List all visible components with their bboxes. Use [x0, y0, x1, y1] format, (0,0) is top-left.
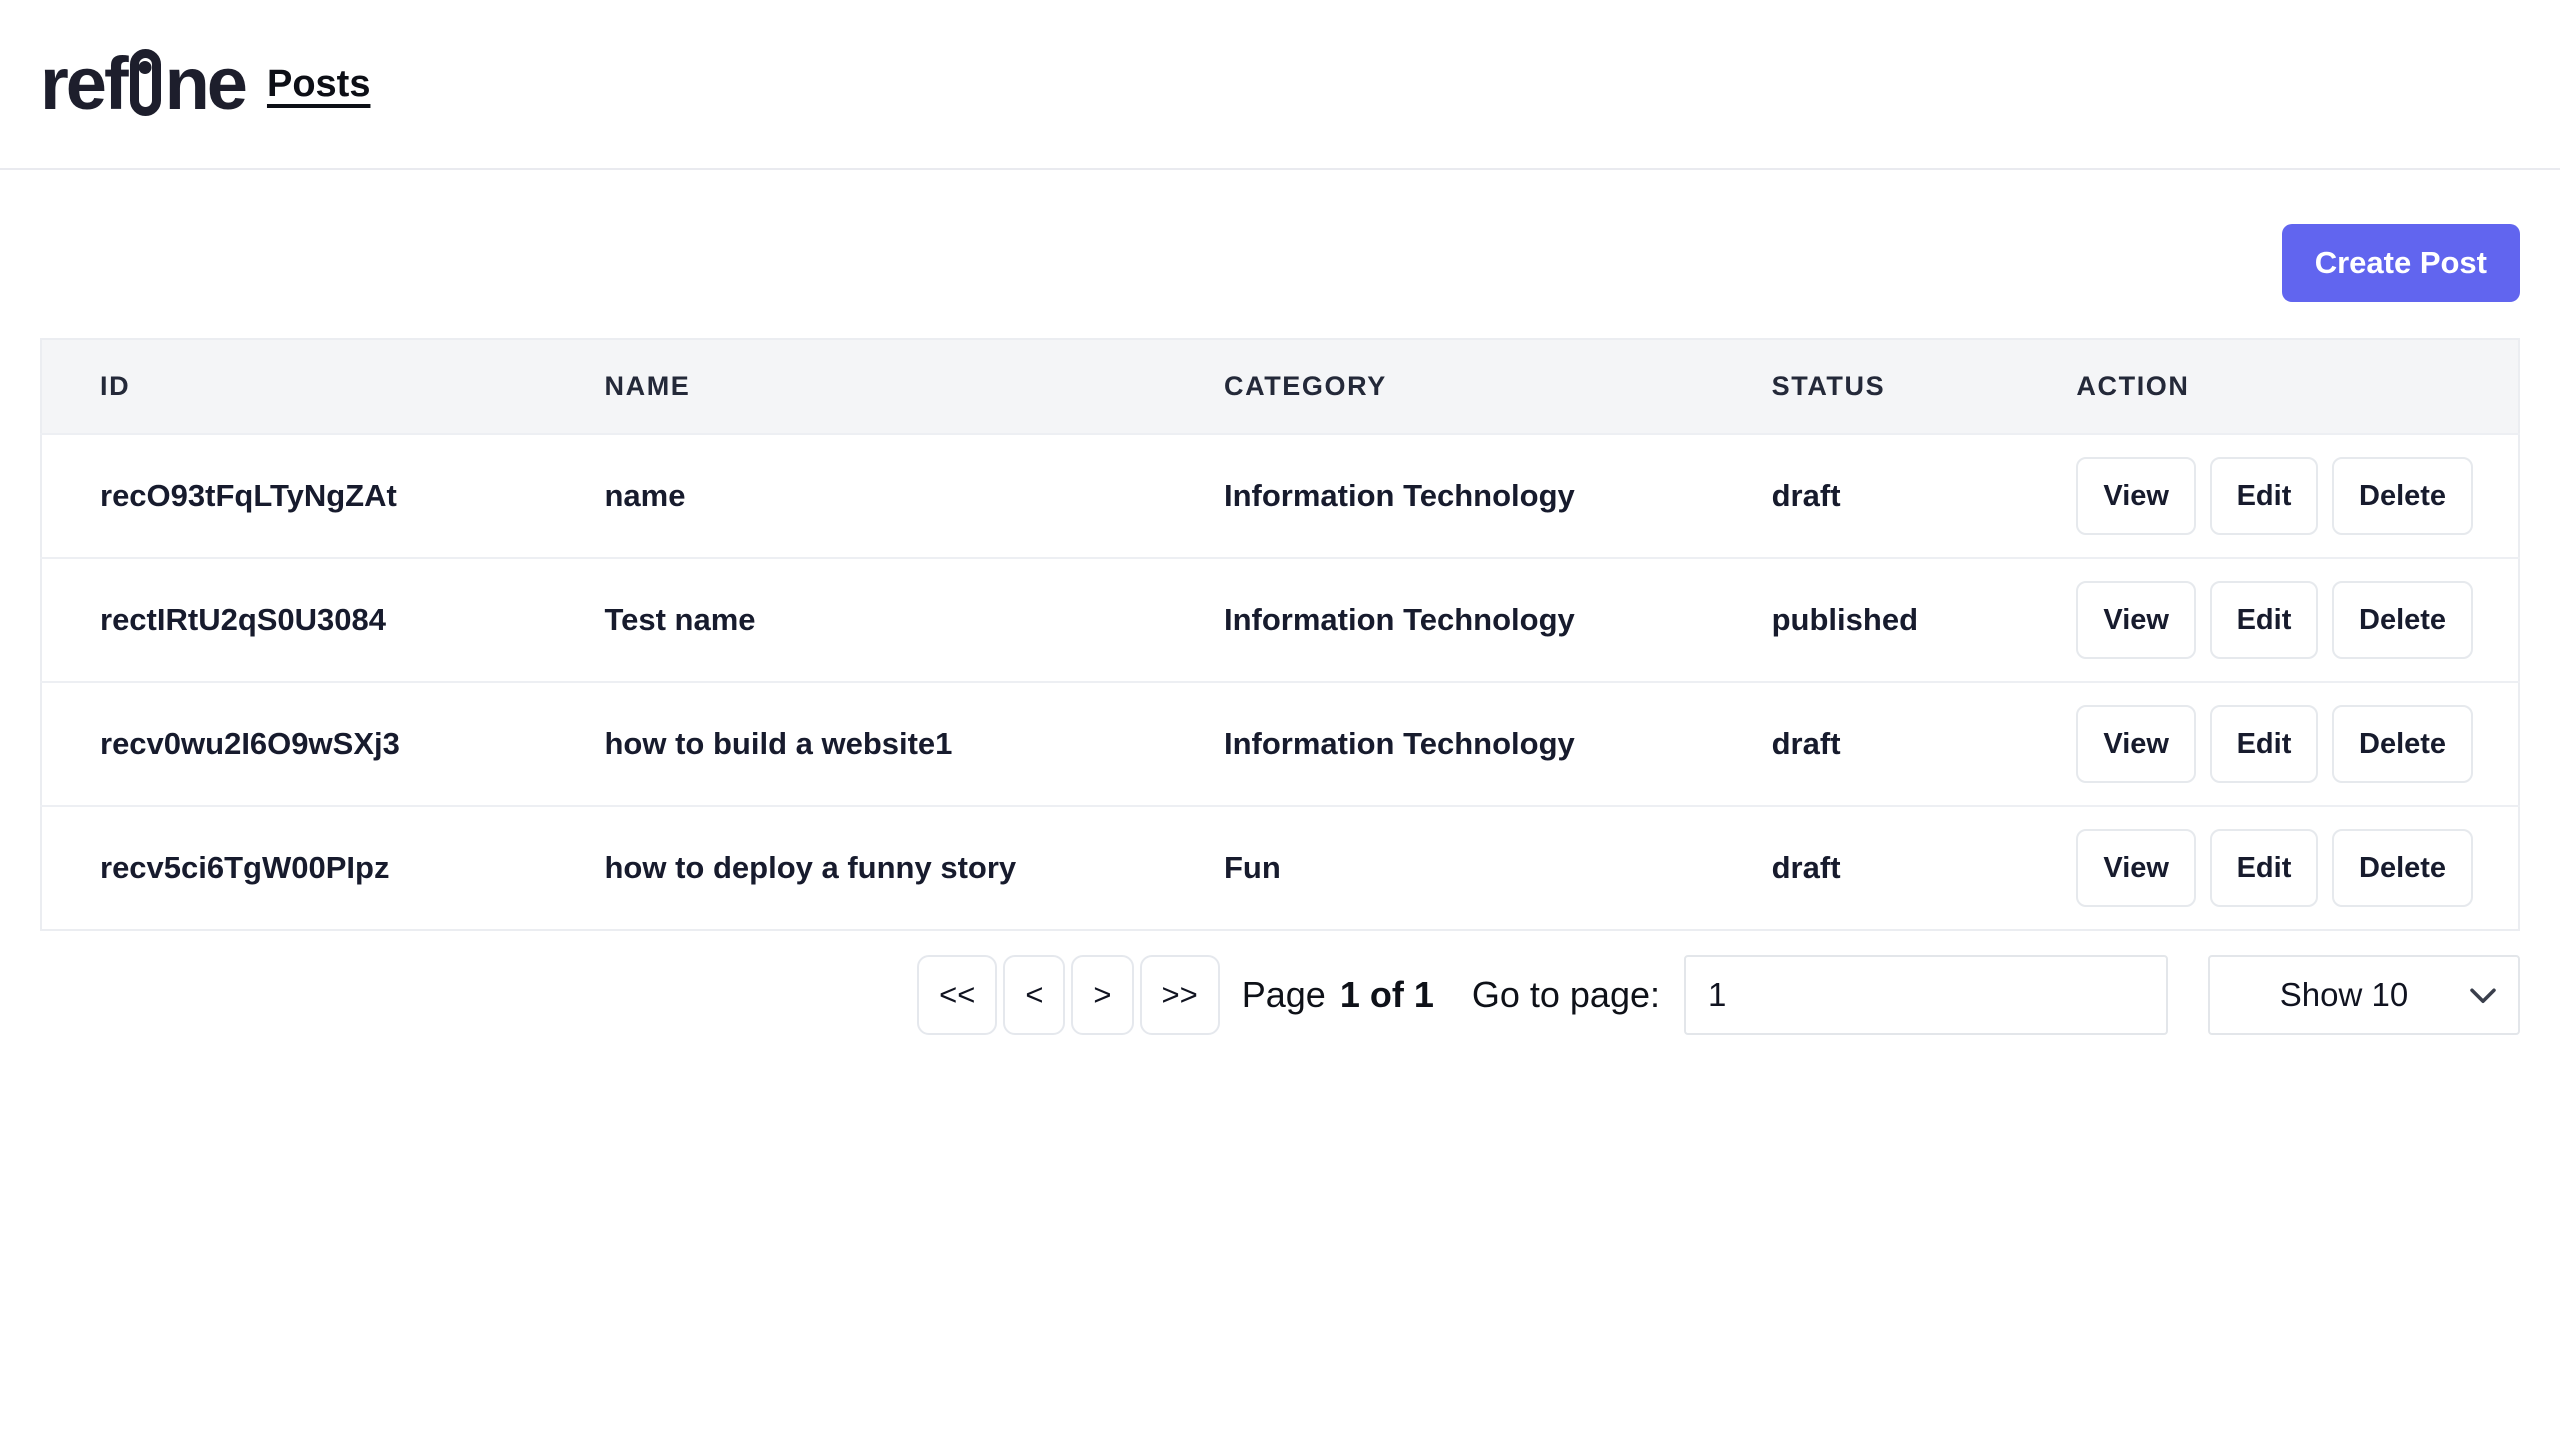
table-row: recv0wu2I6O9wSXj3 how to build a website…: [41, 682, 2519, 806]
view-button[interactable]: View: [2076, 829, 2196, 907]
page-content: Create Post ID NAME CATEGORY STATUS ACTI…: [0, 224, 2560, 1035]
cell-status: draft: [1714, 434, 2019, 558]
previous-page-button[interactable]: <: [1003, 955, 1065, 1035]
page-size-value: Show 10: [2280, 976, 2408, 1014]
edit-button[interactable]: Edit: [2210, 457, 2319, 535]
column-header-status: STATUS: [1714, 339, 2019, 434]
cell-status: draft: [1714, 806, 2019, 930]
edit-button[interactable]: Edit: [2210, 705, 2319, 783]
logo-text-ne: ne: [165, 47, 245, 121]
cell-name: name: [547, 434, 1167, 558]
cell-name: how to build a website1: [547, 682, 1167, 806]
cell-status: published: [1714, 558, 2019, 682]
next-page-button[interactable]: >: [1071, 955, 1133, 1035]
view-button[interactable]: View: [2076, 581, 2196, 659]
create-post-button[interactable]: Create Post: [2282, 224, 2520, 302]
table-header: ID NAME CATEGORY STATUS ACTION: [41, 339, 2519, 434]
first-page-button[interactable]: <<: [917, 955, 997, 1035]
cell-id: recO93tFqLTyNgZAt: [41, 434, 547, 558]
logo-text-ref: ref: [40, 47, 126, 121]
nav-link-posts[interactable]: Posts: [267, 63, 370, 106]
toolbar: Create Post: [40, 224, 2520, 302]
cell-category: Information Technology: [1166, 682, 1714, 806]
column-header-id: ID: [41, 339, 547, 434]
column-header-name: NAME: [547, 339, 1167, 434]
cell-id: recv0wu2I6O9wSXj3: [41, 682, 547, 806]
table-row: recO93tFqLTyNgZAt name Information Techn…: [41, 434, 2519, 558]
cell-name: how to deploy a funny story: [547, 806, 1167, 930]
page-size-select[interactable]: Show 10: [2208, 955, 2520, 1035]
goto-page-input[interactable]: [1684, 955, 2168, 1035]
page-label: Page: [1242, 974, 1326, 1016]
cell-name: Test name: [547, 558, 1167, 682]
edit-button[interactable]: Edit: [2210, 581, 2319, 659]
cell-id: rectIRtU2qS0U3084: [41, 558, 547, 682]
cell-actions: View Edit Delete: [2018, 806, 2519, 930]
cell-actions: View Edit Delete: [2018, 558, 2519, 682]
cell-id: recv5ci6TgW00PIpz: [41, 806, 547, 930]
cell-category: Fun: [1166, 806, 1714, 930]
cell-status: draft: [1714, 682, 2019, 806]
table-row: rectIRtU2qS0U3084 Test name Information …: [41, 558, 2519, 682]
view-button[interactable]: View: [2076, 457, 2196, 535]
top-nav: ref ne Posts: [0, 0, 2560, 170]
delete-button[interactable]: Delete: [2332, 457, 2473, 535]
logo-pill-icon: [130, 49, 161, 116]
page-info: 1 of 1: [1340, 974, 1434, 1016]
delete-button[interactable]: Delete: [2332, 581, 2473, 659]
column-header-category: CATEGORY: [1166, 339, 1714, 434]
edit-button[interactable]: Edit: [2210, 829, 2319, 907]
column-header-action: ACTION: [2018, 339, 2519, 434]
posts-table: ID NAME CATEGORY STATUS ACTION recO93tFq…: [40, 338, 2520, 931]
last-page-button[interactable]: >>: [1140, 955, 1220, 1035]
delete-button[interactable]: Delete: [2332, 829, 2473, 907]
table-row: recv5ci6TgW00PIpz how to deploy a funny …: [41, 806, 2519, 930]
cell-category: Information Technology: [1166, 434, 1714, 558]
cell-category: Information Technology: [1166, 558, 1714, 682]
goto-page-label: Go to page:: [1472, 974, 1660, 1016]
chevron-down-icon: [2470, 988, 2496, 1004]
delete-button[interactable]: Delete: [2332, 705, 2473, 783]
pagination-bar: << < > >> Page 1 of 1 Go to page: Show 1…: [40, 955, 2520, 1035]
refine-logo[interactable]: ref ne: [40, 47, 245, 121]
cell-actions: View Edit Delete: [2018, 682, 2519, 806]
view-button[interactable]: View: [2076, 705, 2196, 783]
cell-actions: View Edit Delete: [2018, 434, 2519, 558]
